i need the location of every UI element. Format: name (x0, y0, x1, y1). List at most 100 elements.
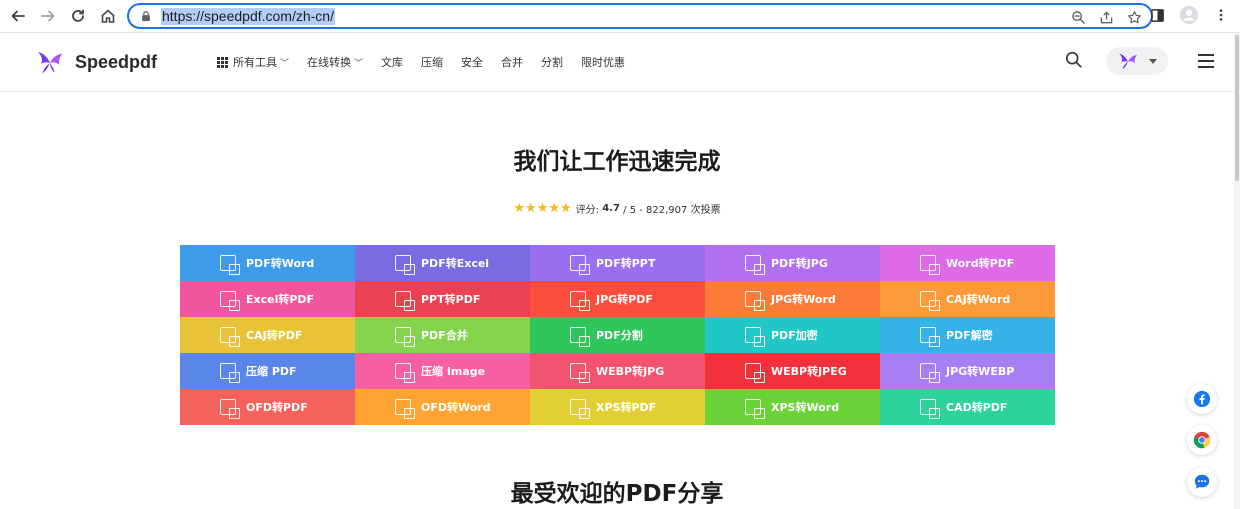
tool-tile[interactable]: CAJ转Word (880, 281, 1055, 317)
tool-tile[interactable]: Word转PDF (880, 245, 1055, 281)
logo[interactable]: Speedpdf (35, 47, 157, 77)
tool-tile[interactable]: PDF加密 (705, 317, 880, 353)
file-convert-icon (220, 399, 240, 419)
tool-tile[interactable]: XPS转PDF (530, 389, 705, 425)
menu-merge[interactable]: 合并 (501, 54, 523, 70)
tool-tile[interactable]: PDF合并 (355, 317, 530, 353)
menu-security[interactable]: 安全 (461, 54, 483, 70)
tool-label: 压缩 PDF (246, 365, 297, 378)
rating-votes: / 5 - 822,907 次投票 (623, 205, 721, 216)
back-icon[interactable] (6, 4, 30, 28)
file-convert-icon (395, 363, 415, 383)
tool-tile[interactable]: PDF分割 (530, 317, 705, 353)
file-convert-icon (745, 291, 765, 311)
sidebar-icon[interactable] (1146, 4, 1168, 26)
file-convert-icon (920, 399, 940, 419)
hero-title: 我们让工作迅速完成 (513, 149, 721, 175)
menu-promo[interactable]: 限时优惠 (581, 54, 625, 70)
tool-tile[interactable]: CAJ转PDF (180, 317, 355, 353)
tool-label: PDF转Word (246, 257, 315, 270)
tool-label: CAD转PDF (946, 401, 1008, 414)
tool-tile[interactable]: PDF转Excel (355, 245, 530, 281)
tool-tile[interactable]: WEBP转JPG (530, 353, 705, 389)
tool-label: WEBP转JPEG (771, 365, 847, 378)
tool-label: Excel转PDF (246, 293, 315, 306)
tool-label: PDF转Excel (421, 257, 490, 270)
chrome-button[interactable] (1187, 425, 1217, 455)
tool-tile[interactable]: PDF转JPG (705, 245, 880, 281)
scrollbar-thumb[interactable] (1235, 35, 1239, 181)
menu-label: 在线转换 (307, 56, 352, 69)
tools-grid: PDF转Word PDF转Excel PDF转PPT PDF转JPG Word转PDF E… (180, 245, 1055, 425)
tool-tile[interactable]: 压缩 PDF (180, 353, 355, 389)
tool-label: WEBP转JPG (596, 365, 665, 378)
tool-label: OFD转PDF (246, 401, 308, 414)
logo-text: Speedpdf (75, 51, 158, 72)
chat-icon (1194, 474, 1210, 489)
tool-label: XPS转PDF (596, 401, 657, 414)
page-scrollbar[interactable] (1234, 33, 1240, 509)
share-icon[interactable] (1097, 8, 1115, 26)
menu-split[interactable]: 分割 (541, 54, 563, 70)
home-icon[interactable] (96, 4, 120, 28)
lock-icon[interactable] (139, 9, 153, 23)
file-convert-icon (220, 363, 240, 383)
menu-label: 安全 (461, 56, 484, 69)
reload-icon[interactable] (66, 4, 90, 28)
search-icon[interactable] (1064, 50, 1086, 72)
facebook-icon (1193, 390, 1211, 408)
tool-tile[interactable]: JPG转WEBP (880, 353, 1055, 389)
tool-tile[interactable]: 压缩 Image (355, 353, 530, 389)
star-icon[interactable] (1125, 8, 1143, 26)
facebook-button[interactable] (1187, 384, 1217, 414)
tool-tile[interactable]: PDF转PPT (530, 245, 705, 281)
tool-tile[interactable]: OFD转Word (355, 389, 530, 425)
file-convert-icon (920, 255, 940, 275)
file-convert-icon (220, 327, 240, 347)
tool-label: PDF解密 (946, 329, 993, 342)
tool-label: PDF分割 (596, 329, 643, 342)
tool-tile[interactable]: JPG转Word (705, 281, 880, 317)
user-menu-button[interactable] (1106, 47, 1168, 75)
url-text[interactable]: https://speedpdf.com/zh-cn/ (161, 7, 335, 25)
file-convert-icon (745, 327, 765, 347)
tool-tile[interactable]: PDF转Word (180, 245, 355, 281)
tool-tile[interactable]: JPG转PDF (530, 281, 705, 317)
tool-tile[interactable]: Excel转PDF (180, 281, 355, 317)
file-convert-icon (570, 255, 590, 275)
tool-label: PDF合并 (421, 329, 468, 342)
file-convert-icon (395, 399, 415, 419)
tool-label: OFD转Word (421, 401, 491, 414)
menu-library[interactable]: 文库 (381, 54, 403, 70)
file-convert-icon (745, 399, 765, 419)
tool-label: PDF转JPG (771, 257, 828, 270)
zoom-icon[interactable] (1069, 8, 1087, 26)
menu-online-convert[interactable]: 在线转换 ﹀ (307, 54, 363, 70)
file-convert-icon (570, 327, 590, 347)
chat-button[interactable] (1187, 467, 1217, 497)
address-bar[interactable]: https://speedpdf.com/zh-cn/ (127, 3, 1153, 29)
tool-label: CAJ转Word (946, 293, 1011, 306)
more-icon[interactable] (1210, 4, 1232, 26)
tool-tile[interactable]: WEBP转JPEG (705, 353, 880, 389)
chevron-down-icon: ﹀ (354, 58, 364, 69)
menu-all-tools[interactable]: 所有工具 ﹀ (217, 54, 289, 70)
file-convert-icon (570, 291, 590, 311)
forward-icon[interactable] (36, 4, 60, 28)
rating-line: ★★★★★ 评分: 4.7 / 5 - 822,907 次投票 (0, 201, 1234, 216)
tool-tile[interactable]: OFD转PDF (180, 389, 355, 425)
tool-tile[interactable]: CAD转PDF (880, 389, 1055, 425)
caret-down-icon (1148, 59, 1157, 64)
hamburger-menu-icon[interactable] (1198, 54, 1214, 68)
chevron-down-icon: ﹀ (280, 58, 290, 69)
file-convert-icon (395, 327, 415, 347)
profile-icon[interactable] (1178, 4, 1200, 26)
tool-label: JPG转PDF (596, 293, 653, 306)
file-convert-icon (220, 291, 240, 311)
tool-tile[interactable]: XPS转Word (705, 389, 880, 425)
tool-tile[interactable]: PDF解密 (880, 317, 1055, 353)
menu-compress[interactable]: 压缩 (421, 54, 443, 70)
tool-tile[interactable]: PPT转PDF (355, 281, 530, 317)
tool-label: XPS转Word (771, 401, 840, 414)
menu-label: 所有工具 (233, 56, 277, 69)
